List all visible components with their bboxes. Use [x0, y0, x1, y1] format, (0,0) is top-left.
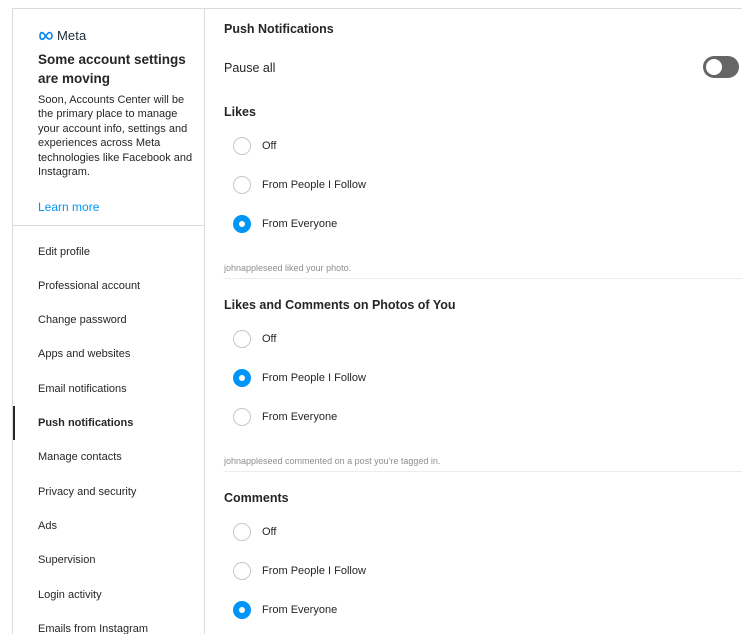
- radio-icon: [233, 330, 251, 348]
- meta-card-title: Some account settings are moving: [38, 52, 186, 86]
- pause-all-label: Pause all: [224, 61, 276, 75]
- option-label: From Everyone: [262, 218, 338, 230]
- likes-example-text: johnappleseed liked your photo.: [224, 263, 352, 273]
- tagged-option-off[interactable]: Off: [233, 328, 276, 350]
- option-label: From People I Follow: [262, 372, 366, 384]
- radio-icon: [233, 562, 251, 580]
- radio-icon: [233, 176, 251, 194]
- meta-logo-text: Meta: [57, 28, 87, 43]
- nav-item-professional-account[interactable]: Professional account: [13, 269, 204, 303]
- tagged-option-from-everyone[interactable]: From Everyone: [233, 406, 337, 428]
- nav-item-emails-from-instagram[interactable]: Emails from Instagram: [13, 612, 204, 634]
- option-label: Off: [262, 140, 277, 152]
- page-title: Push Notifications: [224, 22, 334, 36]
- nav-item-ads[interactable]: Ads: [13, 509, 204, 543]
- tagged-option-from-people-i-follow[interactable]: From People I Follow: [233, 367, 366, 389]
- section-divider: [224, 278, 742, 279]
- push-notifications-panel: Push Notifications Pause all Likes Off F…: [205, 9, 742, 634]
- learn-more-link[interactable]: Learn more: [38, 200, 99, 214]
- settings-sidebar: Meta Some account settings are moving So…: [13, 9, 205, 634]
- meta-logo-icon: [39, 31, 53, 40]
- radio-selected-icon: [233, 601, 251, 619]
- option-label: From Everyone: [262, 411, 338, 423]
- radio-icon: [233, 523, 251, 541]
- section-divider: [224, 471, 742, 472]
- radio-selected-icon: [233, 369, 251, 387]
- option-label: Off: [262, 333, 277, 345]
- option-label: From People I Follow: [262, 179, 366, 191]
- comments-option-off[interactable]: Off: [233, 521, 276, 543]
- comments-option-from-everyone[interactable]: From Everyone: [233, 599, 337, 621]
- comments-option-from-people-i-follow[interactable]: From People I Follow: [233, 560, 366, 582]
- radio-selected-icon: [233, 215, 251, 233]
- option-label: From People I Follow: [262, 565, 366, 577]
- likes-option-from-everyone[interactable]: From Everyone: [233, 213, 337, 235]
- comments-section-title: Comments: [224, 491, 289, 505]
- pause-all-toggle[interactable]: [703, 56, 739, 78]
- nav-item-edit-profile[interactable]: Edit profile: [13, 235, 204, 269]
- radio-icon: [233, 408, 251, 426]
- nav-item-login-activity[interactable]: Login activity: [13, 578, 204, 612]
- likes-option-off[interactable]: Off: [233, 135, 276, 157]
- toggle-knob: [706, 59, 722, 75]
- nav-item-apps-and-websites[interactable]: Apps and websites: [13, 337, 204, 371]
- nav-item-change-password[interactable]: Change password: [13, 303, 204, 337]
- nav-item-supervision[interactable]: Supervision: [13, 543, 204, 577]
- option-label: From Everyone: [262, 604, 338, 616]
- meta-card-description: Soon, Accounts Center will be the primar…: [38, 94, 193, 179]
- nav-item-push-notifications[interactable]: Push notifications: [13, 406, 204, 440]
- radio-icon: [233, 137, 251, 155]
- meta-accounts-center-card: Meta Some account settings are moving So…: [13, 9, 204, 226]
- nav-item-manage-contacts[interactable]: Manage contacts: [13, 440, 204, 474]
- meta-logo: Meta: [38, 28, 86, 43]
- nav-item-privacy-and-security[interactable]: Privacy and security: [13, 475, 204, 509]
- nav-item-email-notifications[interactable]: Email notifications: [13, 372, 204, 406]
- likes-section-title: Likes: [224, 105, 256, 119]
- likes-and-comments-example-text: johnappleseed commented on a post you're…: [224, 456, 441, 466]
- option-label: Off: [262, 526, 277, 538]
- likes-option-from-people-i-follow[interactable]: From People I Follow: [233, 174, 366, 196]
- settings-window: Meta Some account settings are moving So…: [12, 8, 742, 634]
- likes-and-comments-section-title: Likes and Comments on Photos of You: [224, 298, 456, 312]
